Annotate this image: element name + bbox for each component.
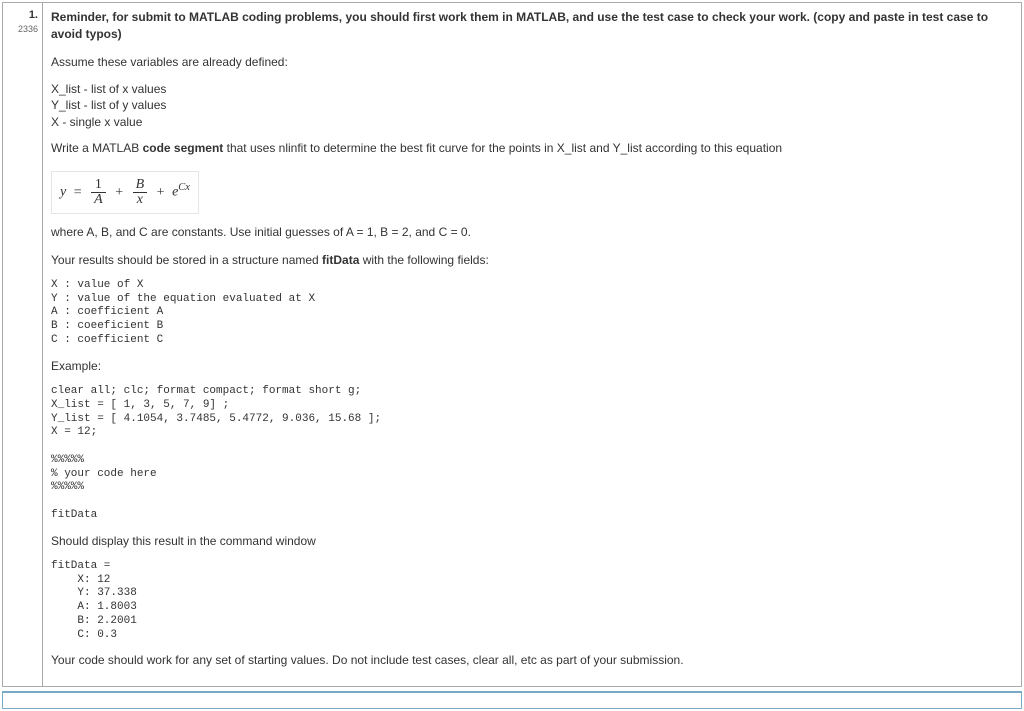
assume-text: Assume these variables are already defin… — [51, 54, 1013, 71]
should-display-text: Should display this result in the comman… — [51, 533, 1013, 550]
reminder-text: Reminder, for submit to MATLAB coding pr… — [51, 9, 1013, 44]
fields-list: X : value of X Y : value of the equation… — [51, 279, 1013, 348]
question-number-col: 1. 2336 — [3, 3, 43, 686]
footer-text: Your code should work for any set of sta… — [51, 652, 1013, 669]
question-points: 2336 — [18, 24, 38, 34]
results-instruction: Your results should be stored in a struc… — [51, 252, 1013, 269]
question-number: 1. — [7, 9, 38, 21]
where-text: where A, B, and C are constants. Use ini… — [51, 224, 1013, 241]
example-code: clear all; clc; format compact; format s… — [51, 385, 1013, 523]
question-container: 1. 2336 Reminder, for submit to MATLAB c… — [2, 2, 1022, 687]
equation-box: y = 1 A + B x + eCx — [51, 171, 199, 214]
expected-output: fitData = X: 12 Y: 37.338 A: 1.8003 B: 2… — [51, 560, 1013, 643]
fraction-B-over-x: B x — [133, 178, 148, 207]
example-label: Example: — [51, 358, 1013, 375]
answer-input[interactable] — [2, 691, 1022, 709]
write-instruction: Write a MATLAB code segment that uses nl… — [51, 140, 1013, 157]
question-body: Reminder, for submit to MATLAB coding pr… — [43, 3, 1021, 686]
fraction-1-over-A: 1 A — [91, 178, 106, 207]
variable-definitions: X_list - list of x values Y_list - list … — [51, 81, 1013, 130]
